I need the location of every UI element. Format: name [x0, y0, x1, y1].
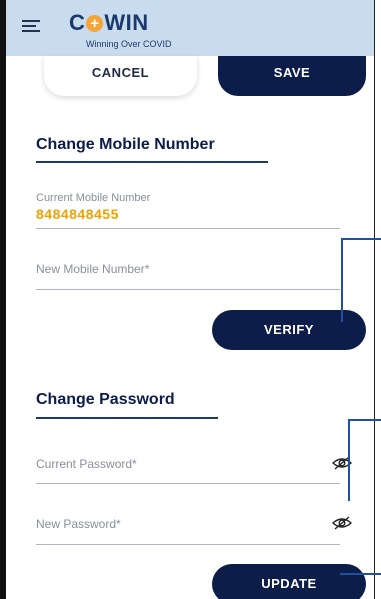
connector-line	[348, 419, 381, 421]
plus-icon: +	[86, 15, 104, 32]
new-mobile-field[interactable]: New Mobile Number*	[36, 262, 149, 276]
new-password-underline	[36, 544, 340, 545]
connector-line	[348, 419, 350, 501]
current-mobile-label: Current Mobile Number	[36, 192, 151, 204]
save-button[interactable]: SAVE	[218, 56, 366, 96]
current-password-field[interactable]: Current Password*	[36, 457, 137, 471]
new-password-field[interactable]: New Password*	[36, 517, 121, 531]
password-section-underline	[36, 417, 218, 419]
new-mobile-underline	[36, 289, 340, 290]
current-mobile-underline	[36, 228, 340, 229]
connector-line	[341, 238, 343, 322]
eye-off-icon[interactable]	[332, 516, 352, 530]
current-password-underline	[36, 483, 340, 484]
connector-line	[341, 238, 381, 240]
app-tagline: Winning Over COVID	[86, 39, 172, 49]
password-section-title: Change Password	[36, 391, 175, 408]
connector-line	[340, 573, 381, 575]
update-button[interactable]: UPDATE	[212, 564, 366, 599]
current-mobile-value: 8484848455	[36, 206, 119, 222]
mobile-section-underline	[36, 161, 268, 163]
profile-edit-screen: C + WIN Winning Over COVID CANCEL SAVE Cha…	[6, 0, 374, 599]
hamburger-icon[interactable]	[22, 20, 40, 32]
app-logo: C + WIN	[69, 10, 149, 35]
app-header: C + WIN Winning Over COVID	[6, 0, 374, 56]
cancel-button[interactable]: CANCEL	[44, 56, 197, 96]
mobile-section-title: Change Mobile Number	[36, 136, 215, 153]
device-frame-right	[374, 0, 375, 599]
